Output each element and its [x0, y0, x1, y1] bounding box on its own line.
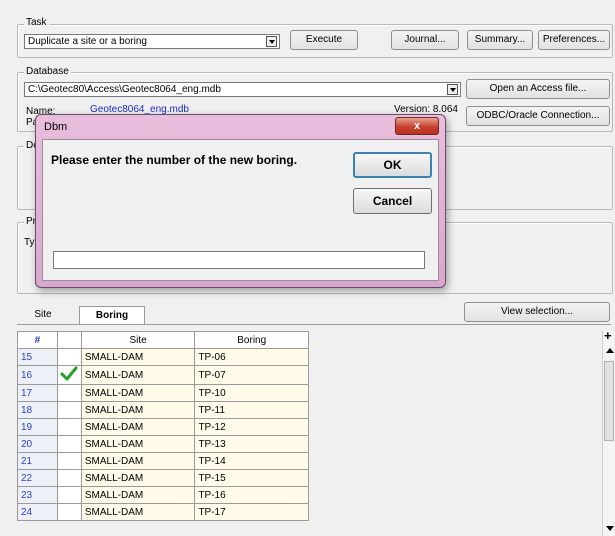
task-select-value: Duplicate a site or a boring	[28, 36, 147, 47]
table-row[interactable]: 17 SMALL-DAM TP-10	[17, 384, 309, 402]
row-number[interactable]: 16	[17, 365, 58, 385]
view-selection-button[interactable]: View selection...	[464, 302, 610, 322]
cancel-button[interactable]: Cancel	[353, 188, 432, 214]
row-site[interactable]: SMALL-DAM	[80, 452, 196, 470]
row-check-cell[interactable]	[56, 469, 82, 487]
table-row[interactable]: 24 SMALL-DAM TP-17	[17, 503, 309, 521]
chevron-down-icon[interactable]	[266, 36, 277, 47]
row-boring[interactable]: TP-15	[194, 469, 309, 487]
database-path-select[interactable]: C:\Geotec80\Access\Geotec8064_eng.mdb	[24, 82, 461, 97]
tab-boring[interactable]: Boring	[79, 306, 145, 325]
row-check-cell[interactable]	[56, 503, 82, 521]
database-path-value: C:\Geotec80\Access\Geotec8064_eng.mdb	[28, 84, 221, 95]
row-boring[interactable]: TP-16	[194, 486, 309, 504]
column-header-check[interactable]	[56, 331, 82, 349]
row-site[interactable]: SMALL-DAM	[80, 503, 196, 521]
table-row[interactable]: 18 SMALL-DAM TP-11	[17, 401, 309, 419]
row-boring[interactable]: TP-07	[194, 365, 309, 385]
dialog-title: Dbm	[44, 121, 68, 133]
dbm-dialog: Dbm x Please enter the number of the new…	[35, 114, 446, 288]
row-boring[interactable]: TP-14	[194, 452, 309, 470]
checkmark-icon	[60, 366, 78, 384]
row-site[interactable]: SMALL-DAM	[80, 365, 196, 385]
dialog-body: Please enter the number of the new borin…	[42, 139, 439, 281]
row-number[interactable]: 19	[17, 418, 58, 436]
row-site[interactable]: SMALL-DAM	[80, 469, 196, 487]
database-group-label: Database	[24, 66, 71, 77]
row-number[interactable]: 24	[17, 503, 58, 521]
open-access-file-button[interactable]: Open an Access file...	[466, 79, 610, 99]
boring-number-input[interactable]	[53, 251, 425, 269]
grid-area: # Site Boring 15 SMALL-DAM TP-06 16 SMALL-DA…	[17, 331, 602, 536]
row-boring[interactable]: TP-11	[194, 401, 309, 419]
vertical-scrollbar[interactable]: +	[602, 328, 615, 536]
task-select[interactable]: Duplicate a site or a boring	[24, 34, 280, 49]
row-number[interactable]: 15	[17, 348, 58, 366]
row-boring[interactable]: TP-10	[194, 384, 309, 402]
row-check-cell[interactable]	[56, 435, 82, 453]
scroll-thumb[interactable]	[604, 361, 614, 441]
row-check-cell[interactable]	[56, 348, 82, 366]
row-site[interactable]: SMALL-DAM	[80, 348, 196, 366]
tab-bar-line	[17, 324, 611, 325]
table-row[interactable]: 20 SMALL-DAM TP-13	[17, 435, 309, 453]
row-site[interactable]: SMALL-DAM	[80, 486, 196, 504]
borings-table: # Site Boring 15 SMALL-DAM TP-06 16 SMALL-DA…	[17, 331, 309, 521]
table-body: 15 SMALL-DAM TP-06 16 SMALL-DAM TP-07 17 SMALL-…	[17, 348, 309, 521]
row-boring[interactable]: TP-06	[194, 348, 309, 366]
row-boring[interactable]: TP-12	[194, 418, 309, 436]
row-check-cell[interactable]	[56, 365, 82, 385]
tab-site[interactable]: Site	[17, 306, 69, 325]
table-row[interactable]: 19 SMALL-DAM TP-12	[17, 418, 309, 436]
type-label: Ty	[24, 237, 35, 248]
execute-button[interactable]: Execute	[290, 30, 358, 50]
journal-button[interactable]: Journal...	[391, 30, 459, 50]
row-check-cell[interactable]	[56, 486, 82, 504]
table-row[interactable]: 15 SMALL-DAM TP-06	[17, 348, 309, 366]
close-icon[interactable]: x	[395, 117, 439, 135]
column-header-num[interactable]: #	[17, 331, 58, 349]
row-number[interactable]: 21	[17, 452, 58, 470]
row-boring[interactable]: TP-17	[194, 503, 309, 521]
scroll-down-arrow-icon[interactable]	[606, 526, 614, 531]
row-site[interactable]: SMALL-DAM	[80, 435, 196, 453]
odbc-oracle-connection-button[interactable]: ODBC/Oracle Connection...	[466, 106, 610, 126]
summary-button[interactable]: Summary...	[467, 30, 533, 50]
row-site[interactable]: SMALL-DAM	[80, 418, 196, 436]
task-group-label: Task	[24, 17, 49, 28]
row-check-cell[interactable]	[56, 418, 82, 436]
row-check-cell[interactable]	[56, 384, 82, 402]
table-row[interactable]: 22 SMALL-DAM TP-15	[17, 469, 309, 487]
row-number[interactable]: 23	[17, 486, 58, 504]
column-header-boring[interactable]: Boring	[194, 331, 309, 349]
row-check-cell[interactable]	[56, 401, 82, 419]
row-site[interactable]: SMALL-DAM	[80, 401, 196, 419]
close-glyph: x	[413, 120, 421, 132]
chevron-down-icon[interactable]	[447, 84, 458, 95]
row-number[interactable]: 17	[17, 384, 58, 402]
plus-icon[interactable]: +	[604, 328, 612, 343]
row-number[interactable]: 20	[17, 435, 58, 453]
table-row[interactable]: 23 SMALL-DAM TP-16	[17, 486, 309, 504]
row-site[interactable]: SMALL-DAM	[80, 384, 196, 402]
column-header-site[interactable]: Site	[80, 331, 196, 349]
dialog-prompt: Please enter the number of the new borin…	[51, 153, 298, 167]
row-boring[interactable]: TP-13	[194, 435, 309, 453]
row-number[interactable]: 18	[17, 401, 58, 419]
table-row[interactable]: 16 SMALL-DAM TP-07	[17, 365, 309, 385]
row-number[interactable]: 22	[17, 469, 58, 487]
scroll-up-arrow-icon[interactable]	[606, 348, 614, 353]
table-row[interactable]: 21 SMALL-DAM TP-14	[17, 452, 309, 470]
row-check-cell[interactable]	[56, 452, 82, 470]
ok-button[interactable]: OK	[353, 152, 432, 178]
table-header-row: # Site Boring	[17, 331, 309, 349]
preferences-button[interactable]: Preferences...	[538, 30, 610, 50]
